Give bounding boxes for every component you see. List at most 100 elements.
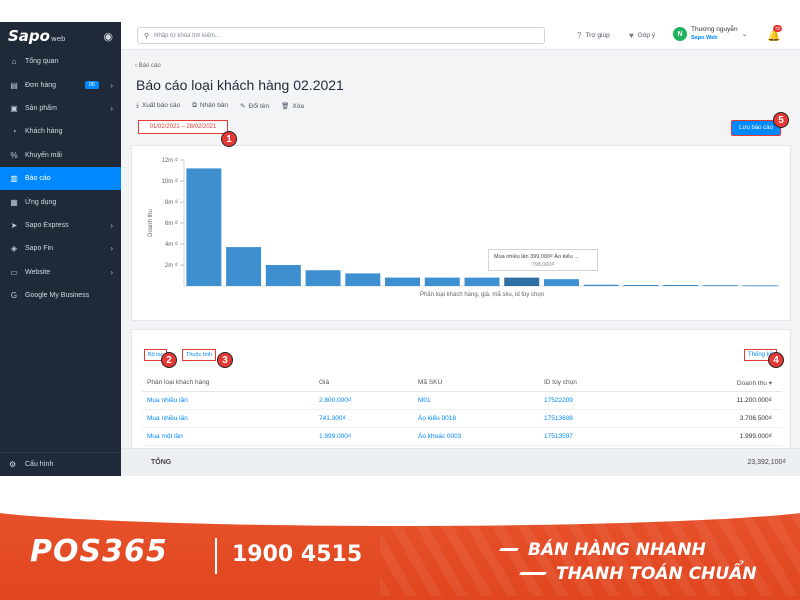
y-tick-label: 8m ₫ xyxy=(165,200,178,206)
sidebar-item-settings[interactable]: ⚙ Cấu hình xyxy=(0,452,121,476)
pencil-icon: ✎ xyxy=(240,103,246,110)
chevron-down-icon: ⌄ xyxy=(741,31,748,38)
duplicate-button[interactable]: ⧉ Nhân bản xyxy=(192,102,228,110)
table-row: Mua một lần 1.999.000₫ Áo khoác 0003 175… xyxy=(142,428,782,446)
notification-count: 73 xyxy=(773,25,783,32)
avatar: N xyxy=(673,27,687,41)
slash-decoration xyxy=(499,548,519,551)
export-button[interactable]: ⤓ Xuất báo cáo xyxy=(136,102,180,110)
sapo-logo[interactable]: Sapoweb xyxy=(8,27,65,45)
main-content: ‹ Báo cáo Báo cáo loại khách hàng 02.202… xyxy=(121,50,800,476)
cell-sku[interactable]: Áo khoác 0003 xyxy=(418,433,461,440)
chart-bar xyxy=(265,265,301,286)
feedback-link[interactable]: ♥ Góp ý xyxy=(629,31,655,40)
sidebar-item-order[interactable]: ▤ Đơn hàng 05 › xyxy=(0,73,121,96)
cell-option-id[interactable]: 17522209 xyxy=(544,397,573,404)
cell-option-id[interactable]: 17513597 xyxy=(544,433,573,440)
attribute-button[interactable]: Thuộc tính xyxy=(182,349,216,361)
rename-button[interactable]: ✎ Đổi tên xyxy=(240,102,269,110)
banner-divider xyxy=(215,538,217,574)
hotline: 1900 4515 xyxy=(232,542,363,567)
y-tick-label: 6m ₫ xyxy=(165,221,178,227)
chevron-right-icon: › xyxy=(110,80,113,90)
sidebar: Sapoweb ◉ ⌂ Tổng quan ▤ Đơn hàng 05 › ▣ Sản phẩ… xyxy=(0,22,121,476)
breadcrumb[interactable]: ‹ Báo cáo xyxy=(135,63,161,69)
cell-price[interactable]: 741.300₫ xyxy=(319,415,346,422)
sidebar-item-home[interactable]: ⌂ Tổng quan xyxy=(0,50,121,73)
chart-icon: ▥ xyxy=(10,174,18,184)
header-customer-type[interactable]: Phân loại khách hàng xyxy=(147,379,210,386)
annotation-marker-1: 1 xyxy=(221,131,237,147)
cell-option-id[interactable]: 17513608 xyxy=(544,415,573,422)
google-icon: G xyxy=(10,291,18,301)
sidebar-item-finance[interactable]: ◈ Sapo Fin › xyxy=(0,237,121,260)
pos365-logo: POS365 xyxy=(30,534,168,569)
total-bar: TỔNG 23,392,100₫ xyxy=(121,448,800,476)
annotation-marker-5: 5 xyxy=(773,112,789,128)
sidebar-item-label: Ứng dụng xyxy=(25,198,57,206)
table-header: Phân loại khách hàng Giá Mã SKU ID tùy c… xyxy=(142,374,782,392)
chart-bar xyxy=(583,284,619,286)
sidebar-item-apps[interactable]: ▦ Ứng dụng xyxy=(0,190,121,213)
annotation-marker-2: 2 xyxy=(161,352,177,368)
sidebar-item-label: Sapo Fin xyxy=(25,245,54,253)
order-icon: ▤ xyxy=(10,80,18,90)
sidebar-item-label: Website xyxy=(25,268,51,276)
header-option-id[interactable]: ID tùy chọn xyxy=(544,379,577,386)
slogan-line-1: BÁN HÀNG NHANH xyxy=(528,540,706,560)
chart-bar xyxy=(226,247,262,286)
screenshot-frame: Sapoweb ◉ ⌂ Tổng quan ▤ Đơn hàng 05 › ▣ Sản phẩ… xyxy=(0,0,800,600)
cell-price[interactable]: 2.800.000₫ xyxy=(319,397,351,404)
chevron-right-icon: › xyxy=(110,244,113,254)
box-icon: ▣ xyxy=(10,103,18,113)
chart-bar xyxy=(385,277,421,286)
sidebar-item-chart[interactable]: ▥ Báo cáo xyxy=(0,166,121,191)
sidebar-item-discount[interactable]: % Khuyến mãi xyxy=(0,144,121,167)
cell-customer-type[interactable]: Mua nhiều lần xyxy=(147,397,188,404)
sidebar-item-google[interactable]: G Google My Business xyxy=(0,284,121,307)
table-row: Mua nhiều lần 741.300₫ Áo kiểu 0018 1751… xyxy=(142,410,782,428)
sidebar-item-label: Khách hàng xyxy=(25,128,63,136)
cell-price[interactable]: 1.999.000₫ xyxy=(319,433,351,440)
page-title: Báo cáo loại khách hàng 02.2021 xyxy=(136,77,344,93)
finance-icon: ◈ xyxy=(10,244,18,254)
y-axis-label: Doanh thu xyxy=(148,209,154,237)
cell-sku[interactable]: Áo kiểu 0018 xyxy=(418,415,456,422)
help-link[interactable]: ? Trợ giúp xyxy=(577,31,610,40)
chart-bar xyxy=(186,168,222,286)
table-row: Mua nhiều lần 2.800.000₫ M01 17522209 11… xyxy=(142,392,782,410)
report-actions: ⤓ Xuất báo cáo ⧉ Nhân bản ✎ Đổi tên 🗑 Xóa xyxy=(136,102,304,110)
home-icon: ⌂ xyxy=(11,57,17,67)
eye-icon[interactable]: ◉ xyxy=(103,30,113,43)
cell-customer-type[interactable]: Mua nhiều lần xyxy=(147,415,188,422)
header-sku[interactable]: Mã SKU xyxy=(418,379,442,386)
cell-customer-type[interactable]: Mua một lần xyxy=(147,433,183,440)
chart-bar xyxy=(543,279,579,286)
sapo-app: Sapoweb ◉ ⌂ Tổng quan ▤ Đơn hàng 05 › ▣ Sản phẩ… xyxy=(0,22,800,476)
sidebar-item-label: Cấu hình xyxy=(25,461,54,468)
delete-button[interactable]: 🗑 Xóa xyxy=(281,102,304,110)
sidebar-item-truck[interactable]: ➤ Sapo Express › xyxy=(0,214,121,237)
search-input[interactable]: ⚲ Nhập từ khóa tìm kiếm... xyxy=(137,27,545,44)
chevron-right-icon: › xyxy=(110,267,113,277)
cell-sku[interactable]: M01 xyxy=(418,397,431,404)
top-bar: ⚲ Nhập từ khóa tìm kiếm... ? Trợ giúp ♥ … xyxy=(121,22,800,50)
breadcrumb-label: Báo cáo xyxy=(138,63,161,69)
user-menu[interactable]: N Thương nguyễn Sapo Web ⌄ xyxy=(673,26,747,42)
sidebar-item-box[interactable]: ▣ Sản phẩm › xyxy=(0,97,121,120)
banner-wave xyxy=(0,482,800,526)
tooltip-value: 798,000₫ xyxy=(531,262,555,268)
header-price[interactable]: Giá xyxy=(319,379,329,386)
sidebar-item-user[interactable]: ◔ Khách hàng xyxy=(0,120,121,143)
total-value: 23,392,100₫ xyxy=(747,459,786,466)
feedback-label: Góp ý xyxy=(637,32,656,39)
chart-bar xyxy=(305,270,341,286)
trash-icon: 🗑 xyxy=(281,103,290,110)
website-icon: ▭ xyxy=(10,267,18,277)
sidebar-item-website[interactable]: ▭ Website › xyxy=(0,261,121,284)
annotation-marker-3: 3 xyxy=(217,352,233,368)
date-range-picker[interactable]: 01/02/2021 – 28/02/2021 xyxy=(138,120,228,134)
header-revenue[interactable]: Doanh thu ▾ xyxy=(737,379,772,387)
truck-icon: ➤ xyxy=(10,220,18,230)
revenue-bar-chart: 12m ₫ 10m ₫ 8m ₫ 6m ₫ 4m ₫ 2m ₫ Doanh thu Phân … xyxy=(148,158,780,298)
